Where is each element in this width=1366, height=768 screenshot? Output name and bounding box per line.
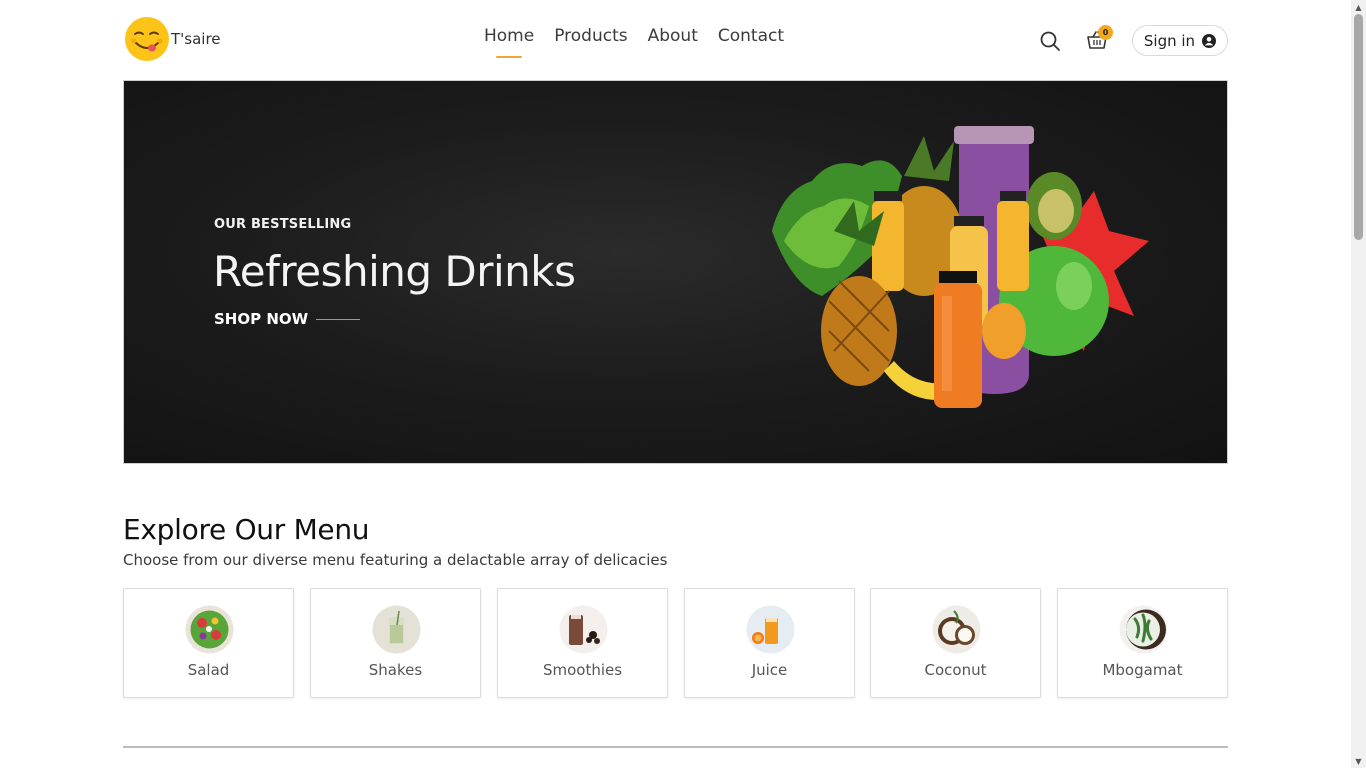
menu-card-label: Shakes <box>368 661 423 679</box>
menu-card-label: Juice <box>751 661 788 679</box>
menu-card-label: Mbogamat <box>1102 661 1183 679</box>
sign-in-button[interactable]: Sign in <box>1132 25 1228 56</box>
hero-kicker: OUR BESTSELLING <box>214 217 352 232</box>
menu-card-label: Smoothies <box>542 661 623 679</box>
search-icon[interactable] <box>1039 30 1061 52</box>
fruit-drinks-image <box>772 126 1149 408</box>
scroll-up-arrow-icon[interactable]: ▲ <box>1351 0 1366 14</box>
brand-logo[interactable]: T'saire <box>124 16 221 62</box>
menu-section-title: Explore Our Menu <box>123 513 370 546</box>
menu-card-mbogamat[interactable]: Mbogamat <box>1057 588 1228 698</box>
mbogamat-thumbnail-icon <box>1119 605 1168 654</box>
sign-in-label: Sign in <box>1143 31 1196 50</box>
brand-name: T'saire <box>171 30 221 48</box>
menu-card-label: Salad <box>187 661 230 679</box>
menu-card-label: Coconut <box>924 661 987 679</box>
nav-about[interactable]: About <box>648 26 698 46</box>
nav-home[interactable]: Home <box>484 26 534 58</box>
site-header: T'saire Home Products About Contact 0 Si… <box>123 0 1228 80</box>
cart-count-badge: 0 <box>1098 25 1113 40</box>
scrollbar-thumb[interactable] <box>1354 14 1363 240</box>
cta-underline <box>316 318 361 320</box>
coconut-thumbnail-icon <box>932 605 981 654</box>
menu-card-salad[interactable]: Salad <box>123 588 294 698</box>
hero-title: Refreshing Drinks <box>213 247 576 296</box>
shop-now-label: SHOP NOW <box>214 310 309 328</box>
scroll-down-arrow-icon[interactable]: ▼ <box>1351 754 1366 768</box>
juice-thumbnail-icon <box>746 605 795 654</box>
smiley-logo-icon <box>125 17 169 61</box>
menu-card-smoothies[interactable]: Smoothies <box>497 588 668 698</box>
shake-thumbnail-icon <box>372 605 421 654</box>
nav-products[interactable]: Products <box>554 26 627 46</box>
section-divider <box>123 746 1228 748</box>
smoothie-thumbnail-icon <box>559 605 608 654</box>
nav-contact[interactable]: Contact <box>718 26 784 46</box>
menu-card-shakes[interactable]: Shakes <box>310 588 481 698</box>
user-circle-icon <box>1202 33 1217 48</box>
menu-category-list: Salad Shakes Smoothies Juice Coconut Mbo… <box>123 588 1228 698</box>
menu-card-juice[interactable]: Juice <box>684 588 855 698</box>
hero-banner: OUR BESTSELLING Refreshing Drinks SHOP N… <box>123 80 1228 464</box>
menu-section-subtitle: Choose from our diverse menu featuring a… <box>123 551 668 569</box>
salad-thumbnail-icon <box>185 605 234 654</box>
shop-now-link[interactable]: SHOP NOW <box>214 310 361 328</box>
page-scrollbar[interactable]: ▲ ▼ <box>1351 0 1366 768</box>
menu-card-coconut[interactable]: Coconut <box>870 588 1041 698</box>
main-nav: Home Products About Contact <box>484 26 784 58</box>
